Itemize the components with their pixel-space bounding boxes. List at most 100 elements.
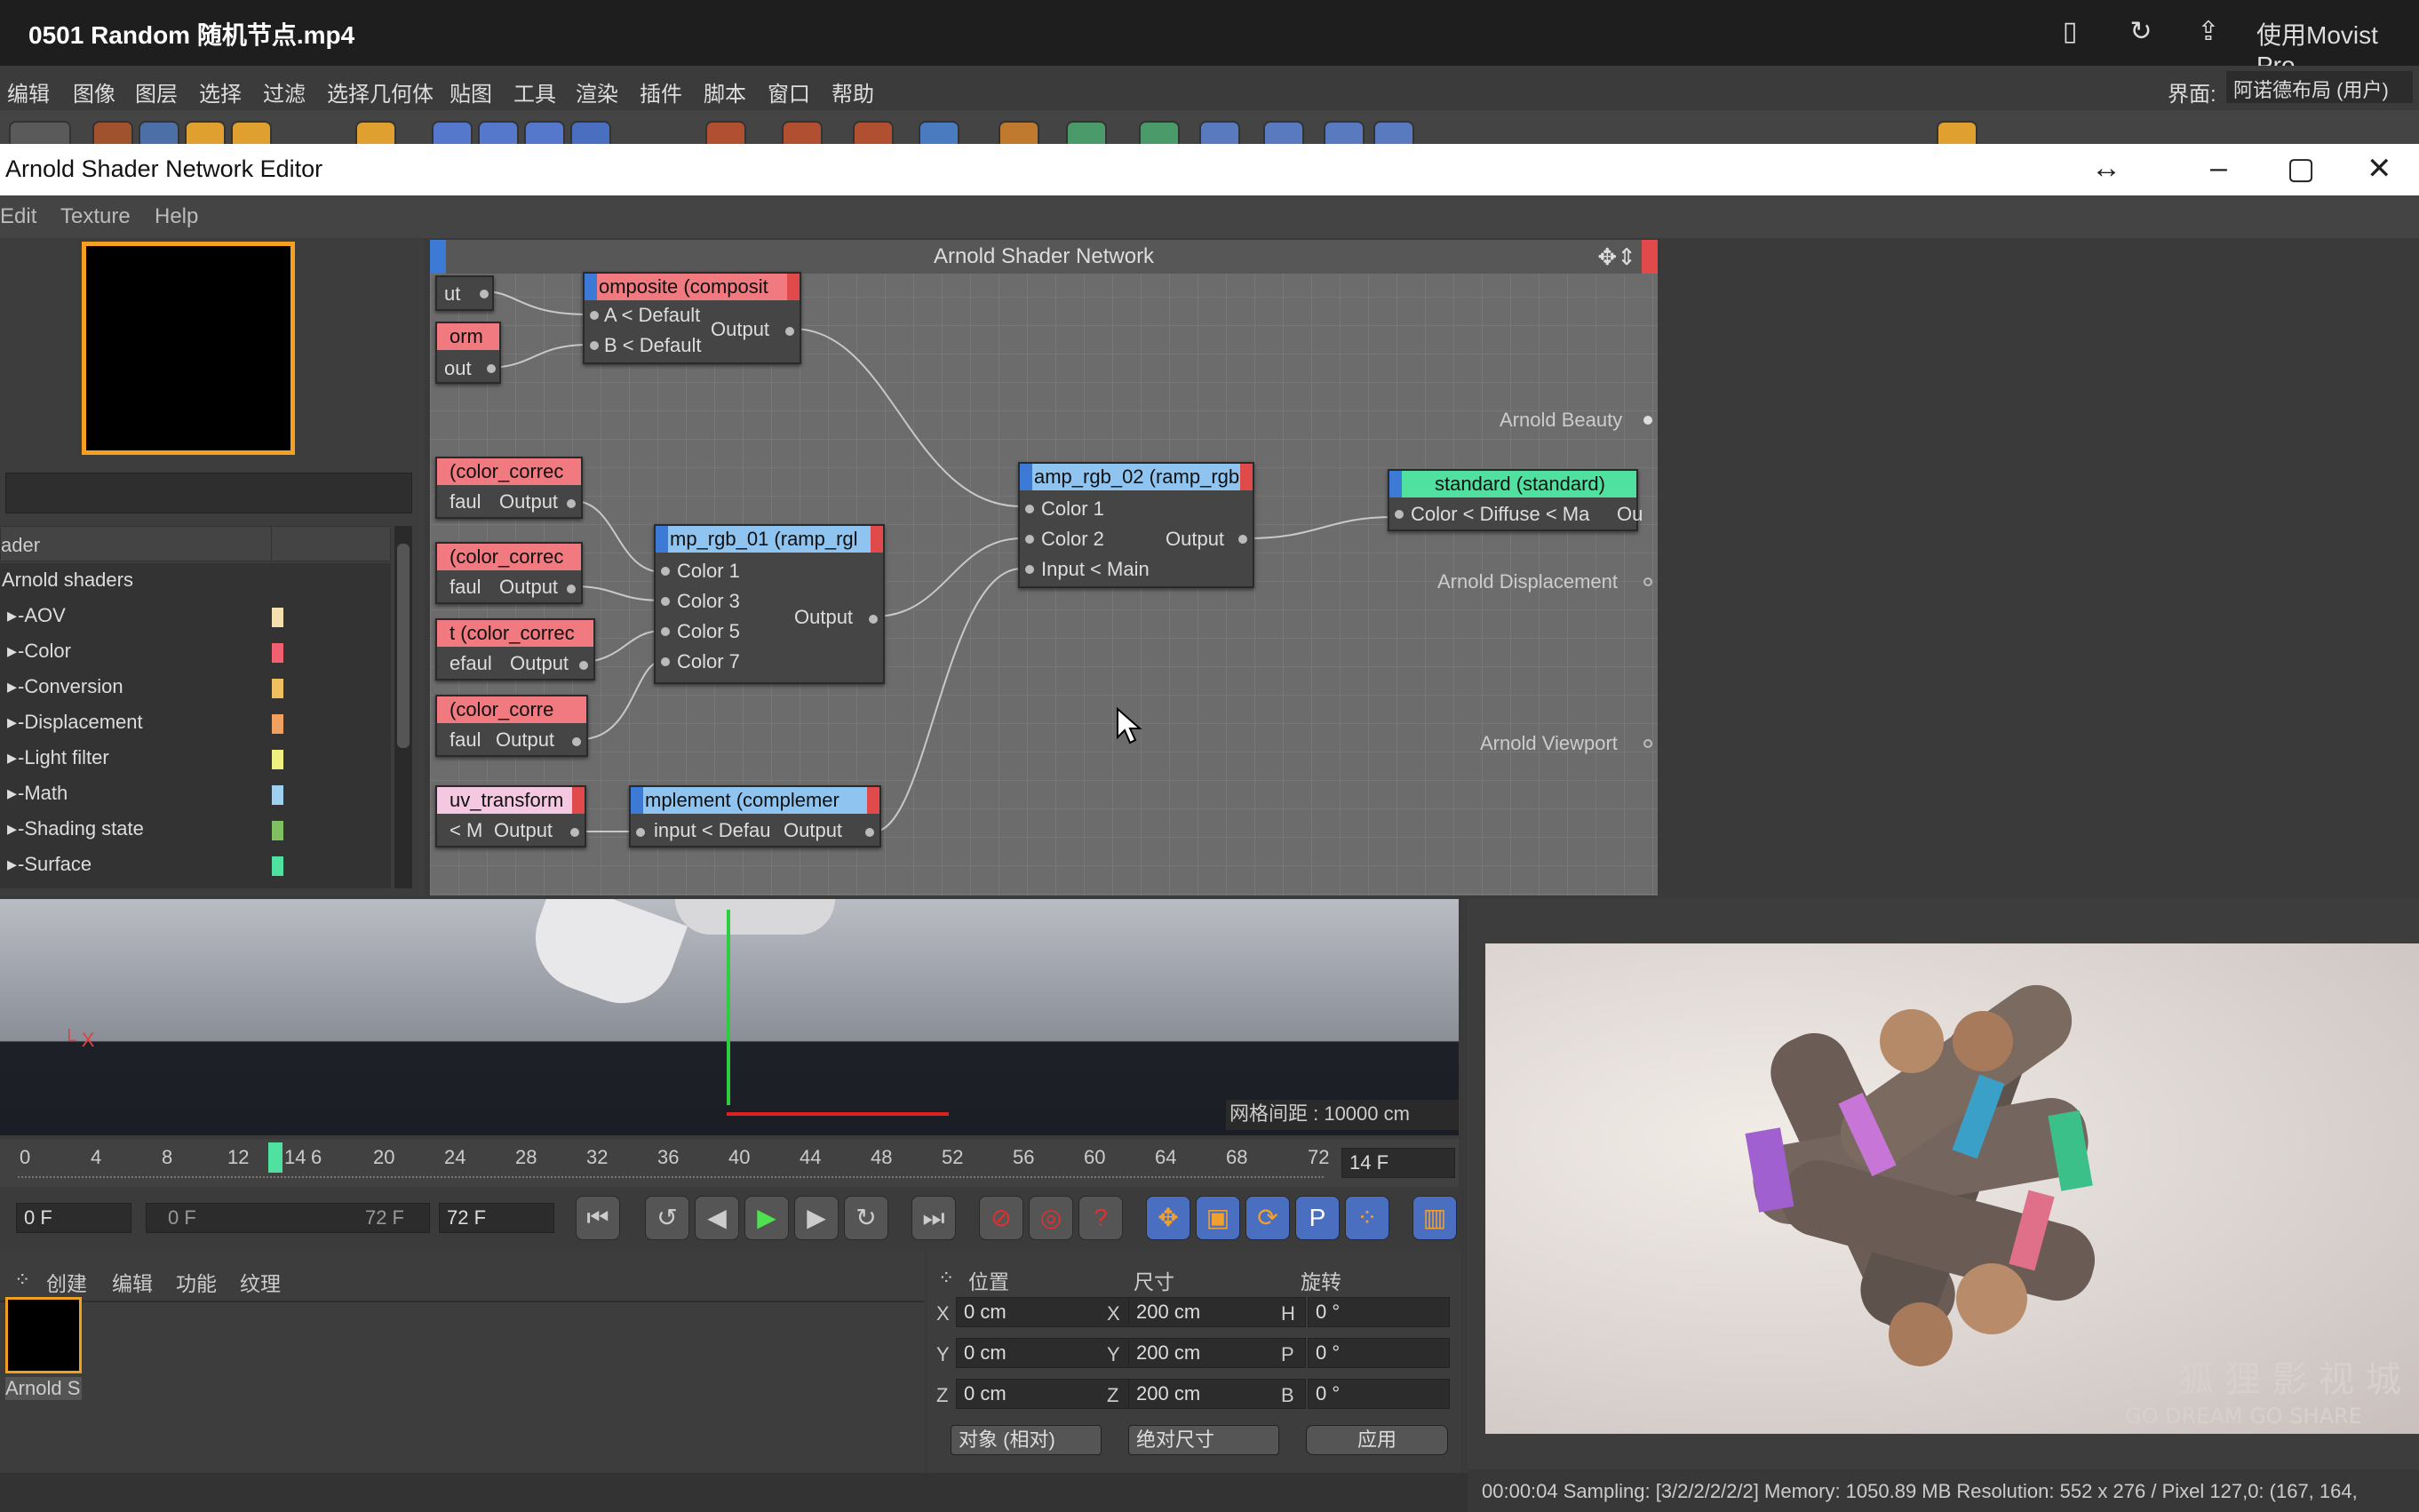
node-uv-transform[interactable]: uv_transform < M Output [435, 785, 586, 848]
size-mode-dropdown[interactable]: 绝对尺寸 [1128, 1425, 1279, 1455]
3d-viewport[interactable]: └ X 网格间距 : 10000 cm [0, 899, 1459, 1135]
material-thumbnail[interactable] [5, 1297, 82, 1373]
port-dot[interactable] [661, 567, 670, 576]
port-dot[interactable] [567, 585, 576, 593]
slot-beauty-port[interactable] [1643, 416, 1652, 425]
tree-item[interactable]: ▸ -Shading state [0, 812, 391, 848]
node-color-correct-2[interactable]: (color_correc faul Output [435, 542, 583, 604]
expand-icon[interactable]: ▸ [7, 817, 17, 840]
auto-key-icon[interactable]: ◎ [1029, 1196, 1073, 1240]
port-dot[interactable] [869, 615, 878, 624]
resize-icon[interactable]: ↔ [2091, 151, 2121, 186]
port-dot[interactable] [590, 311, 599, 320]
port-dot[interactable] [1395, 510, 1404, 519]
rotate-tool-button[interactable] [231, 121, 272, 144]
expand-icon[interactable]: ▸ [7, 604, 17, 627]
menu-item[interactable]: 贴图 [450, 76, 492, 107]
mat-menu-texture[interactable]: 纹理 [240, 1267, 281, 1297]
render-region-button[interactable] [705, 121, 746, 144]
move-tool-button[interactable] [139, 121, 179, 144]
x-axis-handle[interactable] [727, 1112, 949, 1116]
node-header[interactable]: (color_corre [437, 696, 586, 723]
window-mode-icon[interactable]: ▯ [2052, 16, 2088, 52]
menu-item[interactable]: 过滤 [263, 76, 306, 107]
tree-item[interactable]: ▸ -Math [0, 776, 391, 812]
menu-item[interactable]: 选择几何体 [327, 76, 434, 107]
timeline-icon[interactable]: ▥ [1412, 1196, 1457, 1240]
port-dot[interactable] [1238, 535, 1247, 544]
node-header[interactable]: t (color_correc [437, 620, 593, 647]
help-icon[interactable]: ? [1078, 1196, 1123, 1240]
node-standard[interactable]: standard (standard) Color < Diffuse < Ma… [1388, 469, 1643, 531]
slot-displacement-port[interactable] [1643, 577, 1652, 586]
node-header[interactable]: uv_transform [437, 787, 585, 814]
node-header[interactable]: orm [437, 323, 499, 350]
tree-item[interactable]: Arnold shaders [0, 563, 391, 599]
node-color-correct-1[interactable]: (color_correc faul Output [435, 457, 583, 519]
port-dot[interactable] [1025, 565, 1034, 574]
goto-end-icon[interactable]: ⏭ [911, 1196, 956, 1240]
end-frame-field[interactable]: 72 F [439, 1203, 554, 1233]
record-icon[interactable]: ⊘ [979, 1196, 1023, 1240]
menu-help[interactable]: Help [155, 204, 198, 229]
node-ramp-rgb-02[interactable]: amp_rgb_02 (ramp_rgb Color 1 Color 2 Inp… [1018, 462, 1254, 588]
node-header[interactable]: amp_rgb_02 (ramp_rgb [1020, 464, 1253, 490]
maximize-icon[interactable]: ▢ [2287, 151, 2315, 187]
timeline[interactable]: 0 4 8 12 14 6 20 24 28 32 36 40 44 48 52… [0, 1139, 1459, 1187]
rotation-b-field[interactable]: 0 ° [1308, 1379, 1450, 1409]
node-ramp-rgb-01[interactable]: mp_rgb_01 (ramp_rgl Color 1 Color 3 Colo… [654, 524, 885, 684]
node-partial-transform[interactable]: orm out [435, 322, 501, 384]
next-key-icon[interactable]: ↻ [844, 1196, 888, 1240]
play-icon[interactable]: ▶ [744, 1196, 789, 1240]
cube-button[interactable] [919, 121, 959, 144]
port-dot[interactable] [567, 499, 576, 508]
node-header[interactable]: standard (standard) [1389, 471, 1636, 497]
rotation-p-field[interactable]: 0 ° [1308, 1338, 1450, 1368]
playhead[interactable] [268, 1142, 282, 1173]
node-color-correct-4[interactable]: (color_corre faul Output [435, 695, 588, 757]
menu-edit[interactable]: Edit [0, 204, 36, 229]
node-color-correct-3[interactable]: t (color_correc efaul Output [435, 618, 595, 680]
port-dot[interactable] [661, 597, 670, 606]
coord-mode-dropdown[interactable]: 对象 (相对) [951, 1425, 1102, 1455]
rotation-h-field[interactable]: 0 ° [1308, 1297, 1450, 1327]
menu-item[interactable]: 图层 [135, 76, 178, 107]
menu-item[interactable]: 脚本 [704, 76, 746, 107]
light-button[interactable] [1324, 121, 1365, 144]
scene-button[interactable] [1199, 121, 1240, 144]
node-header[interactable]: (color_correc [437, 544, 581, 570]
pla-key-icon[interactable]: ⁘ [1345, 1196, 1389, 1240]
rotate-icon[interactable]: ↻ [2123, 16, 2159, 52]
apply-button[interactable]: 应用 [1306, 1425, 1448, 1455]
slot-viewport-port[interactable] [1643, 739, 1652, 748]
shader-search-input[interactable] [5, 473, 412, 513]
mat-menu-create[interactable]: 创建 [46, 1267, 87, 1297]
menu-item[interactable]: 窗口 [768, 76, 810, 107]
tree-item[interactable]: ▸ -Displacement [0, 705, 391, 741]
pen-button[interactable] [999, 121, 1039, 144]
port-dot[interactable] [480, 290, 489, 298]
deformer-button[interactable] [1139, 121, 1180, 144]
tool-button[interactable] [92, 121, 133, 144]
port-dot[interactable] [1025, 505, 1034, 513]
layout-dropdown[interactable]: 阿诺德布局 (用户) [2226, 71, 2413, 103]
tree-item[interactable]: ▸ -Conversion [0, 670, 391, 705]
tree-scrollbar[interactable] [394, 526, 412, 888]
rotate-key-icon[interactable]: ⟳ [1245, 1196, 1290, 1240]
menu-item[interactable]: 编辑 [7, 76, 50, 107]
port-dot[interactable] [487, 364, 496, 373]
node-complement[interactable]: mplement (complemer input < Defau Output [629, 785, 881, 848]
port-dot[interactable] [590, 341, 599, 350]
menu-item[interactable]: 插件 [640, 76, 682, 107]
port-dot[interactable] [785, 327, 794, 336]
expand-icon[interactable]: ▸ [7, 746, 17, 769]
size-y-field[interactable]: 200 cm [1128, 1338, 1306, 1368]
size-x-field[interactable]: 200 cm [1128, 1297, 1306, 1327]
node-header[interactable]: mplement (complemer [631, 787, 879, 814]
node-header[interactable]: mp_rgb_01 (ramp_rgl [656, 526, 883, 553]
start-frame-field[interactable]: 0 F [16, 1203, 131, 1233]
generator-button[interactable] [1066, 121, 1107, 144]
undo-button[interactable] [9, 121, 71, 144]
node-header[interactable]: omposite (composit [585, 274, 800, 300]
scrollbar-thumb[interactable] [397, 544, 410, 748]
